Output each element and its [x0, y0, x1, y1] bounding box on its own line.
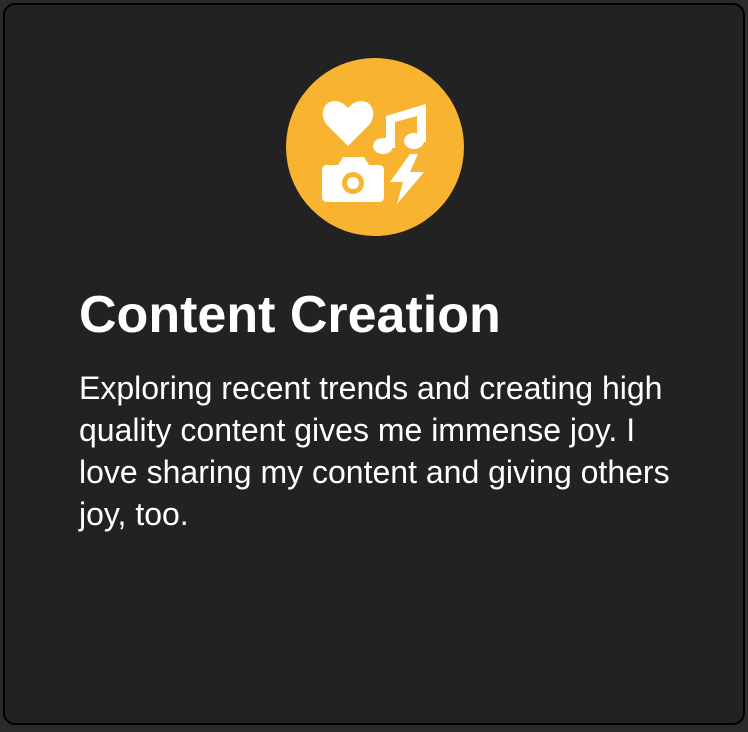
card-description: Exploring recent trends and creating hig… [79, 370, 670, 532]
card-title: Content Creation [79, 286, 501, 344]
content-creation-card: Content Creation Exploring recent trends… [3, 3, 745, 725]
music-note-icon [373, 104, 426, 154]
content-creation-icon [286, 58, 464, 236]
camera-icon [322, 157, 384, 202]
lightning-icon [390, 154, 424, 204]
heart-icon [322, 100, 374, 146]
